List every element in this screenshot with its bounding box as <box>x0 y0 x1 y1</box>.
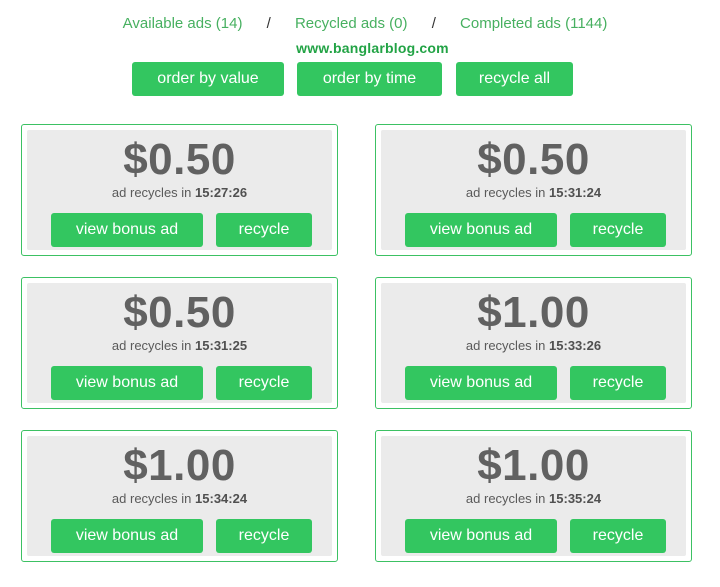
tab-separator: / <box>431 15 436 32</box>
ad-card-body: $1.00 ad recycles in 15:35:24 view bonus… <box>381 436 686 556</box>
ad-card: $1.00 ad recycles in 15:33:26 view bonus… <box>375 277 692 409</box>
recycle-button[interactable]: recycle <box>570 519 666 553</box>
recycle-time: 15:27:26 <box>195 185 248 200</box>
recycle-countdown: ad recycles in 15:31:24 <box>381 185 686 200</box>
order-by-value-button[interactable]: order by value <box>132 62 284 96</box>
watermark: www.banglarblog.com <box>296 40 449 56</box>
ad-value: $0.50 <box>477 135 590 184</box>
ad-card: $0.50 ad recycles in 15:31:24 view bonus… <box>375 124 692 256</box>
recycle-countdown: ad recycles in 15:34:24 <box>27 491 332 506</box>
view-bonus-ad-button[interactable]: view bonus ad <box>405 519 557 553</box>
recycle-countdown: ad recycles in 15:27:26 <box>27 185 332 200</box>
recycle-button[interactable]: recycle <box>570 213 666 247</box>
recycle-all-button[interactable]: recycle all <box>456 62 573 96</box>
tab-available-ads[interactable]: Available ads (14) <box>123 15 243 32</box>
view-bonus-ad-button[interactable]: view bonus ad <box>51 519 203 553</box>
tab-recycled-ads[interactable]: Recycled ads (0) <box>295 15 408 32</box>
ad-card: $1.00 ad recycles in 15:35:24 view bonus… <box>375 430 692 562</box>
recycle-button[interactable]: recycle <box>570 366 666 400</box>
recycle-prefix: ad recycles in <box>111 185 192 200</box>
view-bonus-ad-button[interactable]: view bonus ad <box>405 366 557 400</box>
ad-tabs: Available ads (14) / Recycled ads (0) / … <box>0 15 720 32</box>
recycle-countdown: ad recycles in 15:33:26 <box>381 338 686 353</box>
ad-card-body: $0.50 ad recycles in 15:27:26 view bonus… <box>27 130 332 250</box>
recycle-button[interactable]: recycle <box>216 519 312 553</box>
recycle-time: 15:33:26 <box>549 338 602 353</box>
recycle-time: 15:31:25 <box>195 338 248 353</box>
order-by-time-button[interactable]: order by time <box>297 62 442 96</box>
recycle-prefix: ad recycles in <box>111 491 192 506</box>
recycle-button[interactable]: recycle <box>216 366 312 400</box>
view-bonus-ad-button[interactable]: view bonus ad <box>405 213 557 247</box>
ad-value: $1.00 <box>477 288 590 337</box>
recycle-time: 15:31:24 <box>549 185 602 200</box>
toolbar: order by value order by time recycle all <box>0 62 720 96</box>
view-bonus-ad-button[interactable]: view bonus ad <box>51 213 203 247</box>
ad-card-body: $1.00 ad recycles in 15:34:24 view bonus… <box>27 436 332 556</box>
recycle-prefix: ad recycles in <box>465 338 546 353</box>
recycle-time: 15:35:24 <box>549 491 602 506</box>
ad-card-body: $1.00 ad recycles in 15:33:26 view bonus… <box>381 283 686 403</box>
recycle-prefix: ad recycles in <box>465 491 546 506</box>
tab-separator: / <box>266 15 271 32</box>
ad-card: $1.00 ad recycles in 15:34:24 view bonus… <box>21 430 338 562</box>
ad-card-body: $0.50 ad recycles in 15:31:25 view bonus… <box>27 283 332 403</box>
recycle-button[interactable]: recycle <box>216 213 312 247</box>
ad-value: $1.00 <box>123 441 236 490</box>
ad-value: $0.50 <box>123 288 236 337</box>
tab-completed-ads[interactable]: Completed ads (1144) <box>460 15 607 32</box>
recycle-countdown: ad recycles in 15:35:24 <box>381 491 686 506</box>
ad-value: $0.50 <box>123 135 236 184</box>
ad-card: $0.50 ad recycles in 15:31:25 view bonus… <box>21 277 338 409</box>
recycle-prefix: ad recycles in <box>465 185 546 200</box>
ad-card: $0.50 ad recycles in 15:27:26 view bonus… <box>21 124 338 256</box>
ad-card-body: $0.50 ad recycles in 15:31:24 view bonus… <box>381 130 686 250</box>
recycle-time: 15:34:24 <box>195 491 248 506</box>
recycle-prefix: ad recycles in <box>111 338 192 353</box>
recycle-countdown: ad recycles in 15:31:25 <box>27 338 332 353</box>
ad-value: $1.00 <box>477 441 590 490</box>
view-bonus-ad-button[interactable]: view bonus ad <box>51 366 203 400</box>
